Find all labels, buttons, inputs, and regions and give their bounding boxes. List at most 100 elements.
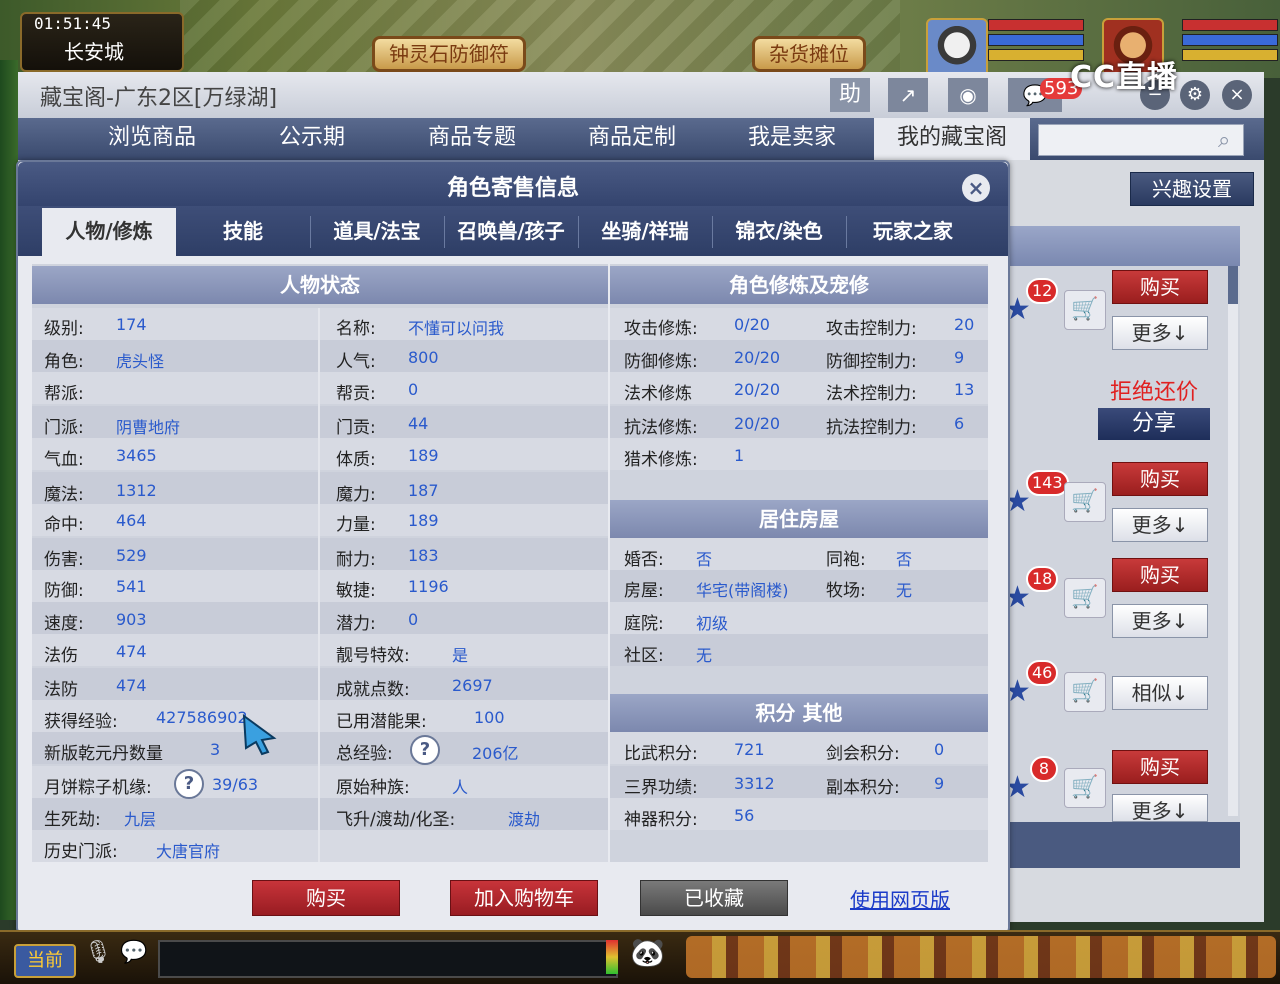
control-label: 攻击控制力: — [826, 319, 917, 339]
cultivation-label: 抗法修炼: — [624, 418, 698, 438]
cultivation-value: 20/20 — [734, 348, 781, 367]
listing-scroll-thumb[interactable] — [1228, 266, 1238, 304]
score-value: 721 — [734, 740, 765, 759]
search-icon[interactable]: ⌕ — [1218, 128, 1230, 153]
tab-character[interactable]: 人物/修炼 — [42, 208, 176, 256]
nav-my-pavilion[interactable]: 我的藏宝阁 — [874, 118, 1030, 160]
microphone-icon[interactable]: 🎙 — [84, 940, 112, 972]
share-arrow-icon[interactable]: ↗ — [888, 78, 928, 112]
stat-label: 法防 — [44, 680, 78, 700]
stat-value: 529 — [116, 546, 147, 565]
stat-label: 级别: — [44, 319, 84, 339]
help-question-icon[interactable]: ? — [410, 735, 440, 765]
score-label: 比武积分: — [624, 744, 698, 764]
stat-label: 门派: — [44, 418, 84, 438]
nav-topics[interactable]: 商品专题 — [394, 118, 550, 160]
volume-meter — [606, 940, 618, 974]
scroll-defense-charm[interactable]: 钟灵石防御符 — [372, 36, 526, 72]
stat-label: 已用潜能果: — [336, 712, 427, 732]
stat-label: 防御: — [44, 581, 84, 601]
stat-value: 阴曹地府 — [116, 418, 181, 437]
pet-shortcut-icon[interactable]: 🐼 — [630, 936, 670, 976]
control-label: 法术控制力: — [826, 384, 917, 404]
tab-outfits[interactable]: 锦衣/染色 — [714, 208, 844, 256]
house-value: 华宅(带阁楼) — [696, 581, 789, 600]
stat-value: 1196 — [408, 577, 449, 596]
more-button[interactable]: 更多↓ — [1112, 604, 1208, 638]
gear-icon[interactable]: ⚙ — [1180, 80, 1210, 110]
more-button[interactable]: 更多↓ — [1112, 316, 1208, 350]
stat-label: 帮派: — [44, 384, 84, 404]
tab-separator — [712, 216, 713, 248]
more-button[interactable]: 更多↓ — [1112, 508, 1208, 542]
scroll-general-stall[interactable]: 杂货摊位 — [752, 36, 866, 72]
cart-icon[interactable]: 🛒 — [1064, 290, 1106, 330]
row-stripe — [610, 602, 988, 634]
column-divider — [318, 308, 320, 862]
tab-summons[interactable]: 召唤兽/孩子 — [446, 208, 576, 256]
dialog-titlebar: 角色寄售信息 × — [18, 162, 1008, 206]
web-version-link[interactable]: 使用网页版 — [850, 884, 950, 913]
interest-settings-button[interactable]: 兴趣设置 — [1130, 172, 1254, 206]
stat-value: 903 — [116, 610, 147, 629]
more-button[interactable]: 更多↓ — [1112, 794, 1208, 822]
close-icon[interactable]: × — [1222, 80, 1252, 110]
favorite-count: 12 — [1026, 278, 1059, 304]
buy-button[interactable]: 购买 — [1112, 462, 1208, 496]
listing-panel-header — [988, 226, 1240, 266]
help-question-icon[interactable]: ? — [174, 769, 204, 799]
tab-mounts[interactable]: 坐骑/祥瑞 — [580, 208, 710, 256]
score-header: 积分 其他 — [610, 694, 988, 732]
score-value: 0 — [934, 740, 945, 759]
cart-icon[interactable]: 🛒 — [1064, 768, 1106, 808]
search-input[interactable] — [1038, 124, 1244, 156]
similar-button[interactable]: 相似↓ — [1112, 676, 1208, 710]
control-value: 20 — [954, 315, 975, 334]
tab-player-home[interactable]: 玩家之家 — [848, 208, 978, 256]
nav-custom[interactable]: 商品定制 — [554, 118, 710, 160]
cart-icon[interactable]: 🛒 — [1064, 482, 1106, 522]
buy-button[interactable]: 购买 — [1112, 270, 1208, 304]
favorite-count: 143 — [1026, 470, 1069, 496]
cultivation-value: 1 — [734, 446, 745, 465]
current-channel-button[interactable]: 当前 — [14, 944, 76, 978]
buy-button[interactable]: 购买 — [252, 880, 400, 916]
stat-value: 541 — [116, 577, 147, 596]
collected-button[interactable]: 已收藏 — [640, 880, 788, 916]
stat-value: 2697 — [452, 676, 493, 695]
score-label: 剑会积分: — [826, 744, 900, 764]
cultivation-label: 防御修炼: — [624, 352, 698, 372]
row-stripe — [610, 634, 988, 666]
nav-seller[interactable]: 我是卖家 — [714, 118, 870, 160]
nav-browse[interactable]: 浏览商品 — [74, 118, 230, 160]
add-to-cart-button[interactable]: 加入购物车 — [450, 880, 598, 916]
window-title: 藏宝阁-广东2区[万绿湖] — [40, 86, 278, 111]
score-value: 3312 — [734, 774, 775, 793]
stat-label: 魔力: — [336, 485, 376, 505]
cart-icon[interactable]: 🛒 — [1064, 578, 1106, 618]
record-icon[interactable]: ◉ — [948, 78, 988, 112]
buy-button[interactable]: 购买 — [1112, 750, 1208, 784]
tab-items[interactable]: 道具/法宝 — [312, 208, 442, 256]
house-value: 否 — [696, 550, 713, 569]
cultivation-label: 猎术修炼: — [624, 450, 698, 470]
house-value: 初级 — [696, 614, 729, 633]
nav-public-period[interactable]: 公示期 — [234, 118, 390, 160]
control-value: 9 — [954, 348, 965, 367]
buy-button[interactable]: 购买 — [1112, 558, 1208, 592]
listing-scrollbar[interactable] — [1228, 266, 1238, 816]
cart-icon[interactable]: 🛒 — [1064, 672, 1106, 712]
tab-skills[interactable]: 技能 — [178, 208, 308, 256]
house-value: 否 — [896, 550, 913, 569]
skill-shortcut-bar[interactable] — [686, 936, 1276, 978]
chat-input[interactable] — [158, 940, 618, 978]
share-button[interactable]: 分享 — [1098, 408, 1210, 440]
stat-value: 427586902 — [156, 708, 248, 727]
row-stripe — [610, 570, 988, 602]
control-label: 抗法控制力: — [826, 418, 917, 438]
chat-bubble-icon[interactable]: 💬 — [120, 940, 150, 972]
pet-avatar-icon[interactable] — [926, 18, 988, 78]
help-button[interactable]: 助 — [830, 78, 870, 112]
stat-label: 总经验: — [336, 744, 393, 764]
dialog-close-icon[interactable]: × — [962, 174, 990, 202]
